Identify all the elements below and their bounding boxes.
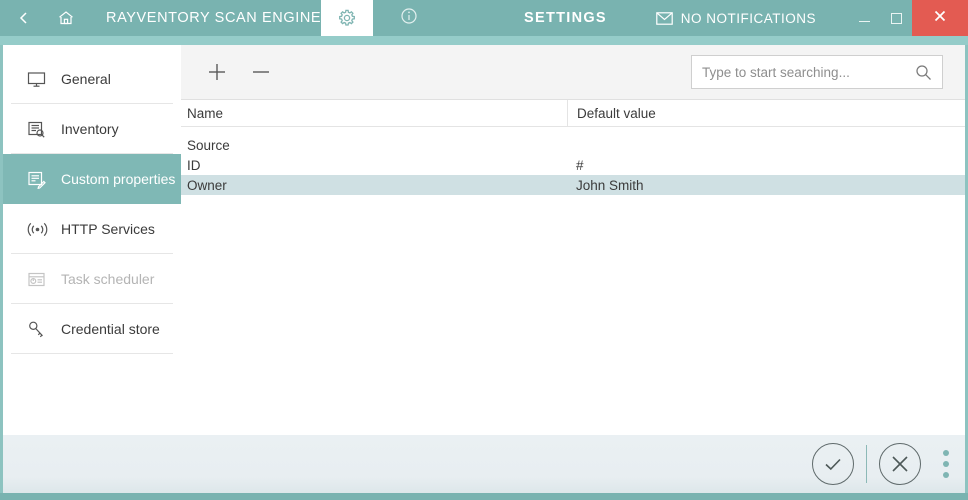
maximize-button[interactable]	[880, 0, 912, 36]
edit-list-icon	[27, 170, 53, 189]
cell-default-value: John Smith	[576, 177, 644, 193]
plus-icon	[206, 61, 228, 83]
sidebar-item-label: Inventory	[61, 121, 119, 137]
minimize-icon	[858, 20, 870, 22]
table-row[interactable]: ID #	[181, 155, 965, 175]
search-input[interactable]	[702, 64, 915, 80]
broadcast-icon	[27, 220, 53, 239]
close-button[interactable]	[912, 0, 968, 36]
accent-strip	[0, 36, 968, 45]
sidebar-item-custom-properties[interactable]: Custom properties	[3, 154, 181, 204]
notifications-label: NO NOTIFICATIONS	[680, 10, 816, 26]
action-separator	[866, 445, 867, 483]
action-bar	[3, 435, 965, 493]
column-header-default-value[interactable]: Default value	[567, 99, 965, 127]
kebab-dot	[943, 461, 949, 467]
grid-header-row: Name Default value	[181, 99, 965, 127]
settings-sidebar: General Inventory Custom properties HTTP…	[3, 45, 181, 435]
sidebar-item-inventory[interactable]: Inventory	[11, 104, 173, 154]
remove-property-button[interactable]	[239, 52, 283, 92]
cell-name: Source	[187, 137, 230, 153]
chevron-left-icon	[16, 10, 32, 26]
more-options-button[interactable]	[935, 441, 957, 487]
application-window: RAYVENTORY SCAN ENGINE SETTINGS NO NOTIF…	[0, 0, 968, 500]
kebab-dot	[943, 450, 949, 456]
sidebar-item-label: Custom properties	[61, 171, 176, 187]
window-controls	[848, 0, 968, 36]
app-name: RAYVENTORY SCAN ENGINE	[106, 10, 322, 26]
title-bar: RAYVENTORY SCAN ENGINE SETTINGS NO NOTIF…	[0, 0, 968, 40]
search-icon[interactable]	[915, 64, 932, 81]
check-circle-icon	[821, 452, 845, 476]
page-title: SETTINGS	[524, 10, 607, 26]
tab-info[interactable]	[383, 0, 435, 36]
tab-settings[interactable]	[321, 0, 374, 40]
gear-icon	[337, 8, 357, 33]
envelope-icon	[655, 11, 673, 25]
info-icon	[400, 7, 418, 30]
sidebar-item-task-scheduler[interactable]: Task scheduler	[11, 254, 173, 304]
inventory-icon	[27, 120, 53, 139]
sidebar-item-label: HTTP Services	[61, 221, 155, 237]
table-row[interactable]: Source	[181, 135, 965, 155]
monitor-icon	[27, 70, 53, 89]
kebab-dot	[943, 472, 949, 478]
minimize-button[interactable]	[848, 0, 880, 36]
window-frame-bottom	[0, 493, 968, 500]
calendar-clock-icon	[27, 270, 53, 289]
minus-icon	[250, 61, 272, 83]
sidebar-item-label: Task scheduler	[61, 271, 155, 287]
close-circle-icon	[889, 453, 911, 475]
sidebar-item-label: Credential store	[61, 321, 160, 337]
cell-name: ID	[187, 157, 201, 173]
back-button[interactable]	[6, 0, 42, 36]
add-property-button[interactable]	[195, 52, 239, 92]
custom-properties-grid: Name Default value Source ID # Owner Joh…	[181, 99, 965, 195]
cancel-button[interactable]	[879, 443, 921, 485]
custom-properties-panel: Name Default value Source ID # Owner Joh…	[181, 45, 965, 435]
home-button[interactable]	[48, 0, 84, 36]
accept-button[interactable]	[812, 443, 854, 485]
close-icon	[933, 9, 947, 28]
sidebar-item-general[interactable]: General	[11, 54, 173, 104]
maximize-icon	[890, 12, 902, 24]
column-header-name[interactable]: Name	[181, 106, 567, 121]
sidebar-item-http-services[interactable]: HTTP Services	[11, 204, 173, 254]
search-box[interactable]	[691, 55, 943, 89]
table-row[interactable]: Owner John Smith	[181, 175, 965, 195]
sidebar-item-credential-store[interactable]: Credential store	[11, 304, 173, 354]
sidebar-item-label: General	[61, 71, 111, 87]
cell-default-value: #	[576, 157, 584, 173]
grid-toolbar	[181, 45, 965, 100]
notifications-indicator[interactable]: NO NOTIFICATIONS	[655, 10, 816, 26]
home-icon	[57, 9, 75, 27]
cell-name: Owner	[187, 177, 227, 193]
key-icon	[27, 320, 53, 339]
